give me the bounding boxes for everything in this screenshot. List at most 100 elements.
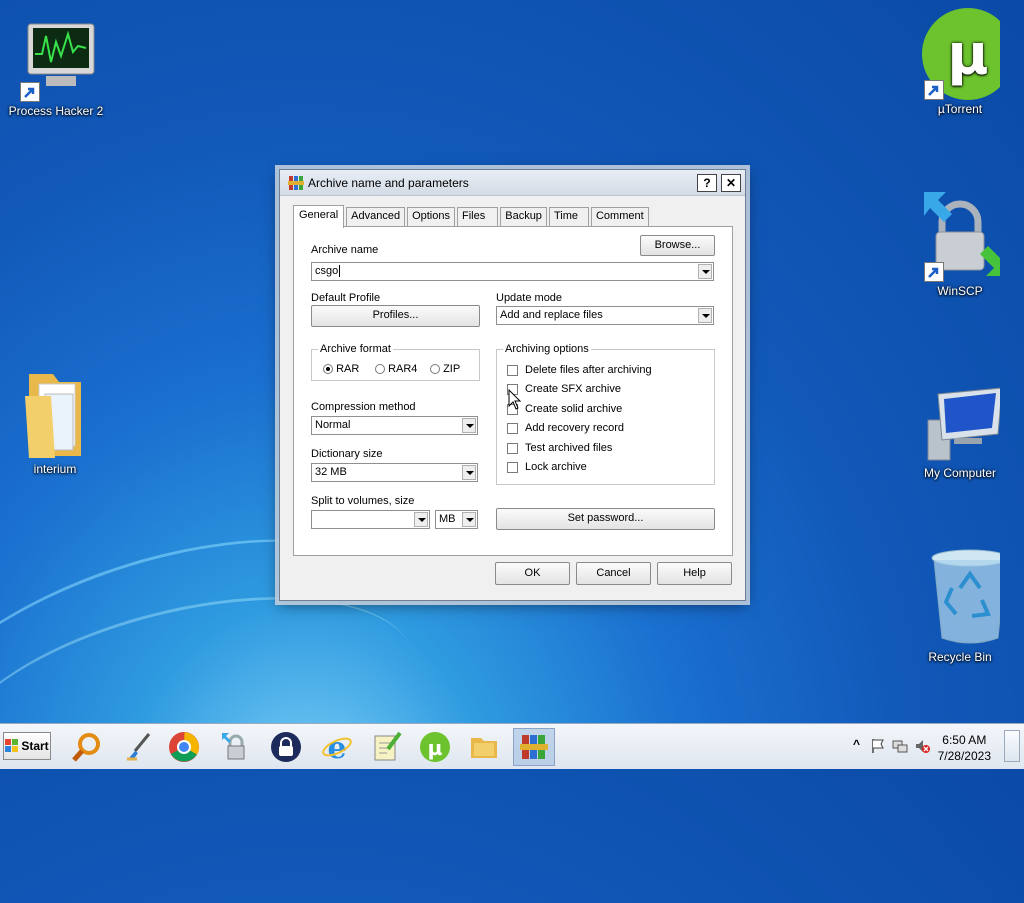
checkbox-label: Create solid archive: [525, 403, 623, 415]
compression-select[interactable]: Normal: [311, 416, 478, 435]
computer-icon: [927, 387, 1003, 461]
utorrent-icon: µ: [420, 732, 450, 762]
desktop-icon-label: My Computer: [923, 466, 997, 480]
volume-muted-icon[interactable]: [914, 738, 930, 754]
checkbox-icon: [507, 442, 518, 454]
shortcut-arrow-icon: [924, 80, 944, 100]
desktop-icon-my-computer[interactable]: My Computer: [910, 380, 1010, 480]
format-rar-radio[interactable]: RAR: [323, 363, 359, 375]
set-password-button[interactable]: Set password...: [496, 508, 715, 530]
checkbox-label: Lock archive: [525, 461, 587, 473]
lock-archive-checkbox[interactable]: Lock archive: [507, 461, 587, 473]
clock[interactable]: 6:50 AM 7/28/2023: [938, 732, 991, 764]
windows-logo-icon: [5, 739, 19, 752]
split-unit-select[interactable]: MB: [435, 510, 478, 529]
taskbar-utorrent-app[interactable]: µ: [414, 728, 456, 766]
split-unit-value: MB: [439, 513, 456, 525]
radio-icon: [430, 364, 440, 375]
lock-icon: [271, 732, 301, 762]
network-icon[interactable]: [892, 738, 908, 754]
mouse-cursor-icon: [508, 389, 522, 410]
update-mode-value: Add and replace files: [500, 309, 603, 321]
desktop-icon-utorrent[interactable]: µ µTorrent: [910, 8, 1014, 116]
help-title-button[interactable]: ?: [697, 173, 717, 192]
dictionary-select[interactable]: 32 MB: [311, 463, 478, 482]
folder-icon: [471, 738, 497, 758]
format-rar4-label: RAR4: [388, 363, 418, 375]
chrome-icon: [169, 732, 199, 762]
svg-text:e: e: [327, 731, 346, 763]
desktop-icon-label: µTorrent: [937, 102, 983, 116]
chevron-down-icon[interactable]: [698, 308, 712, 323]
taskbar-explorer-app[interactable]: [463, 728, 505, 766]
paint-brush-icon: [127, 733, 151, 761]
tab-time[interactable]: Time: [548, 207, 589, 227]
chevron-down-icon[interactable]: [462, 418, 476, 433]
radio-icon: [375, 364, 385, 375]
recycle-bin-icon: [931, 549, 1009, 644]
internet-explorer-icon: e: [322, 731, 352, 763]
checkbox-label: Create SFX archive: [525, 383, 621, 395]
format-rar4-radio[interactable]: RAR4: [375, 363, 417, 375]
desktop-icon-label: interium: [33, 462, 77, 476]
checkbox-icon: [507, 364, 518, 376]
checkbox-icon: [507, 422, 518, 434]
tab-general[interactable]: General: [293, 205, 345, 228]
recovery-record-checkbox[interactable]: Add recovery record: [507, 422, 624, 434]
cancel-button[interactable]: Cancel: [576, 562, 651, 585]
taskbar-winscp-app[interactable]: [215, 728, 257, 766]
taskbar-search-app[interactable]: [66, 728, 108, 766]
solid-archive-checkbox[interactable]: Create solid archive: [507, 403, 622, 415]
chevron-down-icon[interactable]: [462, 512, 476, 527]
close-button[interactable]: ✕: [721, 173, 741, 192]
delete-files-checkbox[interactable]: Delete files after archiving: [507, 364, 652, 376]
action-center-flag-icon[interactable]: [870, 738, 886, 754]
browse-button[interactable]: Browse...: [640, 235, 715, 256]
taskbar-notepadpp-app[interactable]: [365, 728, 407, 766]
start-button[interactable]: Start: [3, 732, 51, 760]
profiles-button[interactable]: Profiles...: [311, 305, 480, 327]
taskbar-ie-app[interactable]: e: [316, 728, 358, 766]
chevron-down-icon[interactable]: [462, 465, 476, 480]
chevron-down-icon[interactable]: [414, 512, 428, 527]
archive-name-input[interactable]: csgo: [311, 262, 714, 281]
chevron-down-icon[interactable]: [698, 264, 712, 279]
split-size-select[interactable]: [311, 510, 430, 529]
tab-backup[interactable]: Backup: [500, 207, 547, 227]
radio-selected-icon: [323, 364, 333, 375]
desktop-icon-recycle-bin[interactable]: Recycle Bin: [910, 548, 1010, 664]
desktop-icon-winscp[interactable]: WinSCP: [910, 190, 1010, 298]
clock-date: 7/28/2023: [937, 749, 991, 763]
tab-comment[interactable]: Comment: [590, 207, 649, 227]
test-files-checkbox[interactable]: Test archived files: [507, 442, 612, 454]
shortcut-arrow-icon: [924, 262, 944, 282]
checkbox-label: Test archived files: [525, 442, 613, 454]
taskbar-paint-app[interactable]: [118, 728, 160, 766]
format-zip-radio[interactable]: ZIP: [430, 363, 460, 375]
tab-advanced[interactable]: Advanced: [346, 207, 406, 227]
archiving-options-group: Archiving options Delete files after arc…: [496, 343, 715, 485]
update-mode-select[interactable]: Add and replace files: [496, 306, 714, 325]
clock-time: 6:50 AM: [942, 733, 987, 747]
desktop-icon-interium[interactable]: interium: [5, 368, 105, 476]
taskbar: Start e µ ^ 6:50 AM 7/28/2023: [0, 723, 1024, 769]
taskbar-keepass-app[interactable]: [265, 728, 307, 766]
dialog-title: Archive name and parameters: [308, 175, 469, 190]
archive-name-value: csgo: [315, 265, 339, 277]
show-desktop-button[interactable]: [1004, 730, 1020, 762]
help-button[interactable]: Help: [657, 562, 732, 585]
tab-files[interactable]: Files: [457, 207, 499, 227]
checkbox-icon: [507, 461, 518, 473]
taskbar-chrome-app[interactable]: [163, 728, 205, 766]
tab-options[interactable]: Options: [407, 207, 455, 227]
desktop-icon-label: WinSCP: [937, 284, 983, 298]
ok-button[interactable]: OK: [495, 562, 570, 585]
create-sfx-checkbox[interactable]: Create SFX archive: [507, 383, 621, 395]
tray-expand-button[interactable]: ^: [853, 737, 860, 751]
dictionary-label: Dictionary size: [311, 448, 383, 460]
archive-format-legend: Archive format: [318, 343, 393, 355]
dialog-titlebar[interactable]: Archive name and parameters ? ✕: [280, 170, 745, 196]
taskbar-winrar-app[interactable]: [513, 728, 555, 766]
start-label: Start: [21, 739, 49, 753]
desktop-icon-process-hacker[interactable]: Process Hacker 2: [6, 18, 106, 118]
